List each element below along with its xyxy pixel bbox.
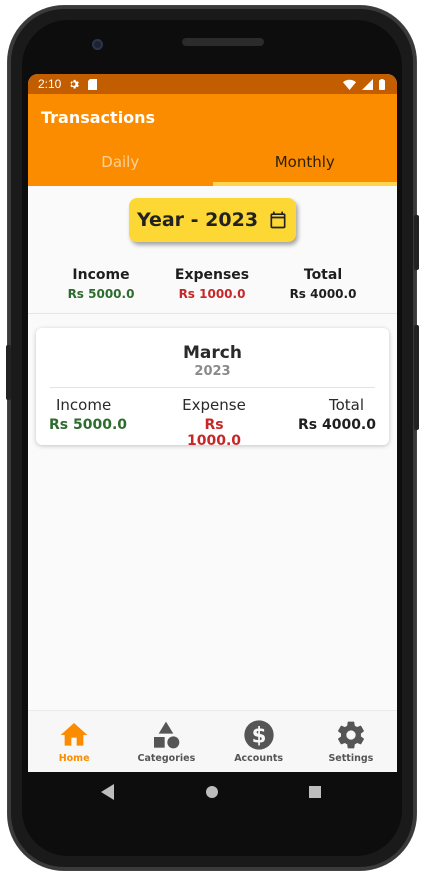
nav-accounts-label: Accounts (234, 753, 284, 764)
card-total-label: Total (328, 396, 364, 414)
nav-categories-label: Categories (137, 753, 196, 764)
nav-home-label: Home (58, 753, 90, 764)
nav-home[interactable]: Home (28, 711, 120, 772)
summary-divider (28, 313, 397, 314)
battery-icon (379, 78, 385, 90)
home-icon (60, 723, 88, 746)
wifi-icon (343, 79, 356, 90)
card-total-value: Rs 4000.0 (297, 417, 376, 433)
back-icon (101, 784, 114, 800)
volume-button (414, 325, 419, 430)
card-divider (50, 387, 375, 388)
year-selector-label: Year - 2023 (136, 209, 259, 231)
year-selector-button[interactable]: Year - 2023 (129, 198, 296, 242)
system-nav-bar (28, 772, 397, 812)
app-title: Transactions (41, 108, 156, 127)
sd-card-icon (88, 78, 98, 90)
bottom-nav: Home Categories $ Accounts Settings (28, 710, 397, 772)
summary-total: Total Rs 4000.0 (263, 267, 383, 301)
summary-row: Income Rs 5000.0 Expenses Rs 1000.0 Tota… (28, 267, 397, 307)
summary-total-value: Rs 4000.0 (289, 287, 357, 301)
tab-bar: Daily Monthly (28, 138, 397, 186)
back-button[interactable] (101, 784, 115, 804)
card-year: 2023 (194, 364, 231, 379)
circle-home-icon (206, 786, 218, 798)
card-income-value: Rs 5000.0 (49, 417, 128, 433)
card-month: March (183, 343, 242, 363)
nav-settings-label: Settings (328, 753, 374, 764)
summary-expenses: Expenses Rs 1000.0 (152, 267, 272, 301)
home-system-button[interactable] (205, 784, 219, 803)
power-button (414, 215, 419, 270)
square-recents-icon (309, 786, 321, 798)
gear-icon (337, 721, 364, 749)
summary-total-label: Total (303, 267, 343, 283)
month-card[interactable]: March 2023 Income Rs 5000.0 Expense Rs 1… (36, 328, 389, 449)
dollar-icon: $ (243, 720, 274, 750)
summary-income: Income Rs 5000.0 (41, 267, 161, 301)
speaker-grille (182, 38, 264, 46)
summary-expenses-value: Rs 1000.0 (178, 287, 246, 301)
svg-text:$: $ (251, 723, 266, 748)
card-expense-label: Expense (182, 396, 246, 414)
card-expense-value: Rs 1000.0 (186, 417, 242, 449)
settings-status-icon (70, 79, 80, 89)
signal-icon (362, 78, 373, 90)
side-button (6, 345, 11, 400)
card-income-label: Income (56, 396, 112, 414)
recents-button[interactable] (308, 784, 322, 803)
screen: 2:10 Transactions Daily Monthly Year - 2… (28, 74, 397, 772)
card-income: Income Rs 5000.0 (49, 396, 127, 433)
nav-categories[interactable]: Categories (120, 711, 212, 772)
tab-daily[interactable]: Daily (28, 138, 213, 186)
nav-settings[interactable]: Settings (305, 711, 397, 772)
status-bar: 2:10 (28, 74, 397, 94)
shapes-icon (154, 721, 180, 749)
card-expense: Expense Rs 1000.0 (178, 396, 250, 449)
status-time: 2:10 (38, 77, 62, 91)
summary-income-label: Income (72, 267, 130, 283)
summary-expenses-label: Expenses (174, 267, 250, 283)
nav-accounts[interactable]: $ Accounts (213, 711, 305, 772)
camera-icon (92, 39, 103, 50)
summary-income-value: Rs 5000.0 (67, 287, 135, 301)
card-total: Total Rs 4000.0 (298, 396, 376, 433)
tab-monthly[interactable]: Monthly (212, 138, 398, 186)
calendar-icon (270, 211, 286, 229)
app-bar: Transactions Daily Monthly (28, 94, 397, 186)
